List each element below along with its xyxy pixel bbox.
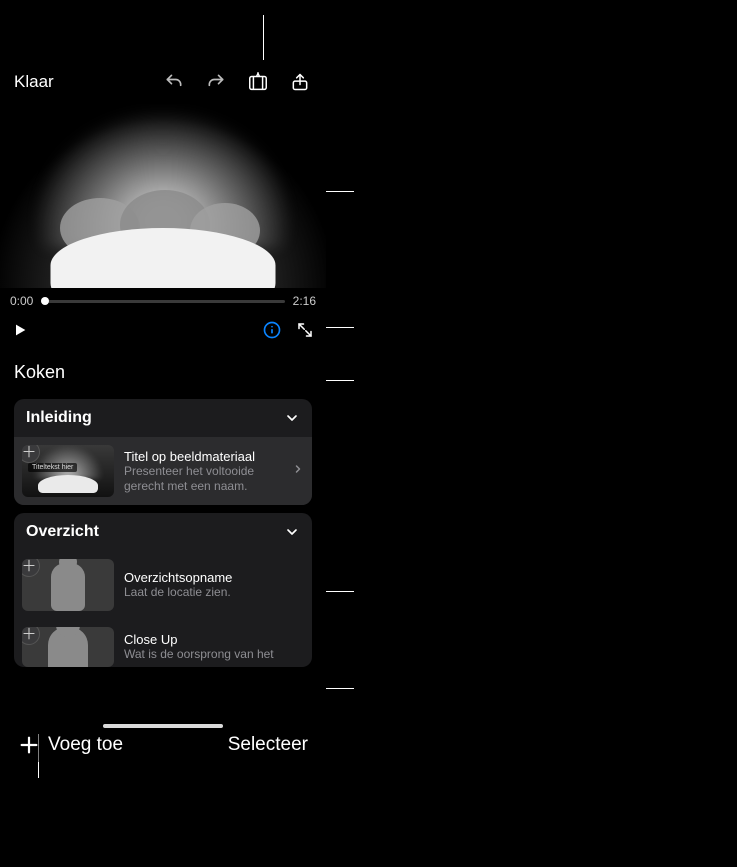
play-icon[interactable] [12, 322, 28, 338]
app-screen: Klaar 0:00 2:16 [0, 60, 326, 734]
clip-subtitle: Presenteer het voltooide gerecht met een… [124, 464, 282, 494]
add-label: Voeg toe [48, 734, 123, 756]
share-icon[interactable] [288, 70, 312, 94]
section-title: Overzicht [26, 523, 99, 541]
clip-thumbnail: ＋ [22, 627, 114, 667]
section-title: Inleiding [26, 409, 92, 427]
scrubber-knob[interactable] [41, 297, 49, 305]
callout-line [326, 191, 354, 192]
clip-text: Overzichtsopname Laat de locatie zien. [124, 570, 304, 600]
storyboard-section: Overzicht ＋ Overzichtsopname Laat de loc… [14, 513, 312, 667]
top-toolbar: Klaar [0, 60, 326, 104]
clip-title: Overzichtsopname [124, 570, 304, 585]
select-button[interactable]: Selecteer [228, 734, 308, 756]
clip-title: Close Up [124, 632, 304, 647]
clip-thumbnail: ＋ [22, 559, 114, 611]
clip-text: Titel op beeldmateriaal Presenteer het v… [124, 449, 282, 494]
clip-row[interactable]: ＋ Close Up Wat is de oorsprong van het [14, 619, 312, 667]
player-controls [0, 314, 326, 350]
chevron-down-icon [284, 410, 300, 426]
clip-row[interactable]: ＋ Overzichtsopname Laat de locatie zien. [14, 551, 312, 619]
clip-subtitle: Laat de locatie zien. [124, 585, 304, 600]
callout-line [263, 15, 264, 65]
info-icon[interactable] [262, 320, 282, 340]
redo-icon[interactable] [204, 70, 228, 94]
add-media-badge[interactable]: ＋ [22, 627, 40, 645]
section-header[interactable]: Inleiding [14, 399, 312, 437]
done-button[interactable]: Klaar [14, 72, 54, 92]
storyboard-icon[interactable] [246, 70, 270, 94]
video-preview[interactable] [0, 104, 326, 288]
duration: 2:16 [293, 294, 316, 308]
expand-icon[interactable] [296, 321, 314, 339]
clip-thumbnail: ＋ Titeltekst hier [22, 445, 114, 497]
thumb-overlay-label: Titeltekst hier [28, 463, 77, 472]
scrubber[interactable]: 0:00 2:16 [0, 288, 326, 314]
project-title: Koken [0, 350, 326, 393]
current-time: 0:00 [10, 294, 33, 308]
clip-title: Titel op beeldmateriaal [124, 449, 282, 464]
add-button[interactable]: Voeg toe [18, 734, 123, 756]
plus-icon [18, 734, 40, 756]
clip-text: Close Up Wat is de oorsprong van het [124, 632, 304, 662]
chevron-right-icon [292, 462, 304, 481]
add-media-badge[interactable]: ＋ [22, 559, 40, 577]
phone-body: Klaar 0:00 2:16 [0, 60, 326, 734]
undo-icon[interactable] [162, 70, 186, 94]
clip-subtitle: Wat is de oorsprong van het [124, 647, 304, 662]
bottom-toolbar: Voeg toe Selecteer [0, 726, 326, 762]
section-header[interactable]: Overzicht [14, 513, 312, 551]
chevron-down-icon [284, 524, 300, 540]
clip-row[interactable]: ＋ Titeltekst hier Titel op beeldmateriaa… [14, 437, 312, 505]
scrubber-track[interactable] [41, 300, 284, 303]
home-indicator [103, 724, 223, 728]
storyboard-section: Inleiding ＋ Titeltekst hier Titel op bee… [14, 399, 312, 505]
